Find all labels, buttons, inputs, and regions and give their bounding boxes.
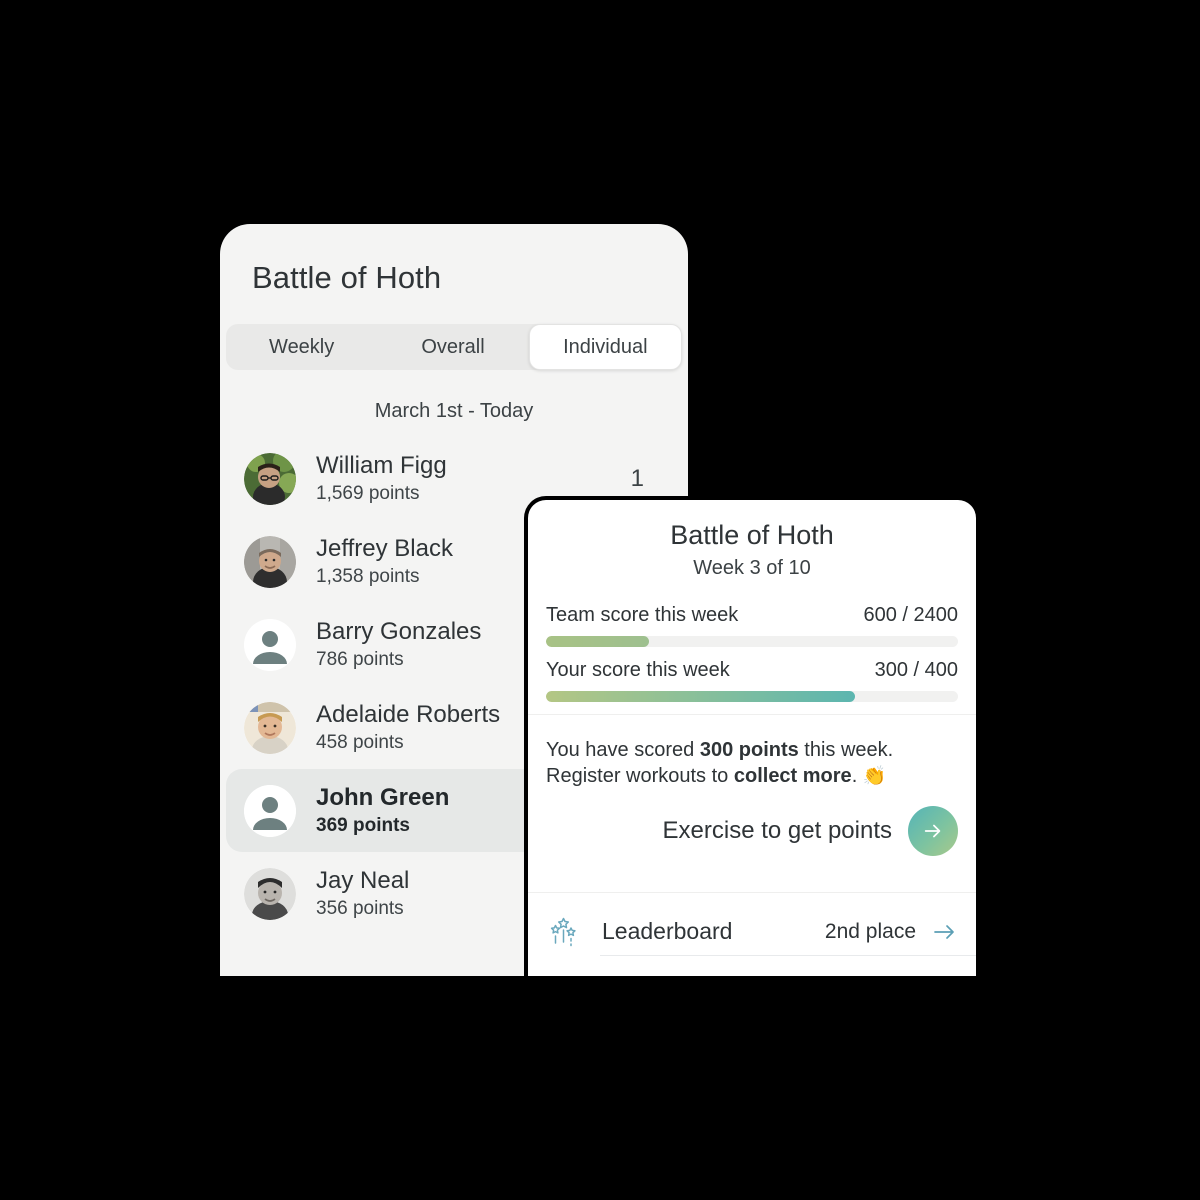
exercise-cta-label: Exercise to get points [662,816,892,844]
avatar-placeholder [244,618,296,671]
tab-individual[interactable]: Individual [528,324,682,370]
tab-overall[interactable]: Overall [377,324,528,370]
your-score-value: 300 / 400 [874,659,958,681]
your-score-progress-track [546,691,958,702]
team-score-progress-fill [546,636,649,647]
your-score-label: Your score this week [546,659,730,681]
avatar [244,535,296,588]
blurb-line2-post: . [851,765,858,788]
avatar [244,701,296,754]
blurb-line-1: You have scored 300 points this week. [546,737,958,763]
team-score-value: 600 / 2400 [863,604,958,626]
tab-weekly[interactable]: Weekly [226,324,377,370]
blurb-line2-pre: Register workouts to [546,765,734,788]
avatar [244,867,296,920]
challenge-summary-card: Battle of Hoth Week 3 of 10 Team score t… [524,496,980,976]
leaderboard-link-row[interactable]: Leaderboard 2nd place [528,893,976,955]
avatar [244,452,296,505]
arrow-right-icon[interactable] [932,921,958,943]
avatar-placeholder [244,784,296,837]
blurb-line-2: Register workouts to collect more. 👏 [546,763,958,789]
date-range-label: March 1st - Today [374,400,534,422]
your-score-progress-fill [546,691,855,702]
left-card-title: Battle of Hoth [252,260,442,295]
leaderboard-place: 2nd place [824,919,916,943]
blurb-line1-post: this week. [798,739,894,761]
right-card-subtitle: Week 3 of 10 [693,557,811,579]
player-name: William Figg [316,452,447,480]
screenshot-stage: Battle of Hoth Weekly Overall Individual… [0,0,1200,1200]
sparkler-stars-icon [546,914,586,950]
exercise-cta[interactable]: Exercise to get points [528,790,976,880]
score-blurb: You have scored 300 points this week. Re… [528,715,976,790]
leaderboard-label: Leaderboard [602,918,733,945]
blurb-line1-bold: 300 points [699,739,799,761]
your-score-header: Your score this week 300 / 400 [546,659,958,682]
player-rank: 1 [630,464,644,492]
score-section: Team score this week 600 / 2400 Your sco… [528,580,976,702]
blurb-line2-bold: collect more [733,765,852,788]
team-score-progress-track [546,636,958,647]
blurb-line1-pre: You have scored [546,739,700,761]
arrow-right-icon[interactable] [908,805,958,856]
right-card-title: Battle of Hoth [670,520,834,550]
divider [600,954,976,956]
team-score-label: Team score this week [546,604,739,626]
segmented-tabs: Weekly Overall Individual [226,324,682,370]
team-score-header: Team score this week 600 / 2400 [546,604,958,627]
clapping-hands-icon: 👏 [862,766,887,788]
